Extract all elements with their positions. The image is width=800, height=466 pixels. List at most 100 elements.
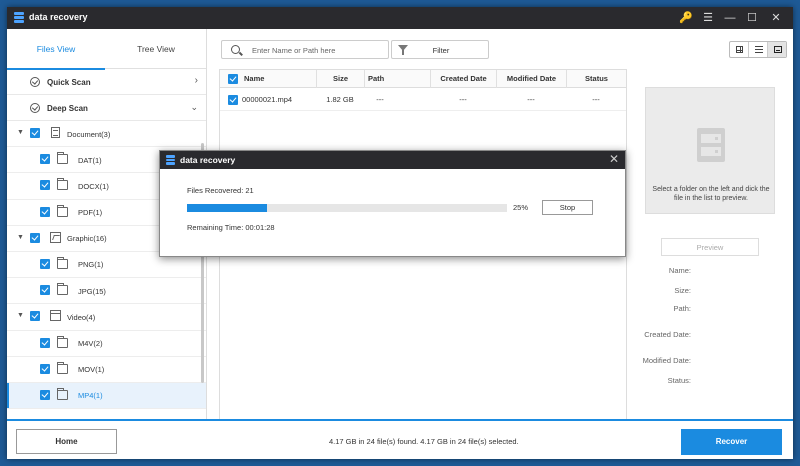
column-created-date[interactable]: Created Date (430, 70, 496, 88)
toolbar: Filter (209, 29, 793, 69)
checkbox[interactable] (30, 311, 40, 322)
folder-icon (57, 335, 68, 348)
file-name: 00000021.mp4 (242, 95, 293, 104)
search-box[interactable] (221, 40, 389, 59)
footer-bar: Home 4.17 GB in 24 file(s) found. 4.17 G… (7, 419, 793, 459)
image-icon (50, 231, 61, 243)
checkbox[interactable] (40, 258, 50, 269)
preview-area: Select a folder on the left and dick the… (645, 87, 775, 214)
minimize-button[interactable]: — (721, 10, 739, 26)
folder-icon (57, 283, 68, 296)
document-icon (51, 127, 60, 138)
check-circle-icon (30, 77, 40, 87)
column-size[interactable]: Size (316, 70, 364, 88)
app-logo-icon (14, 12, 24, 24)
checkbox[interactable] (40, 389, 50, 400)
checkbox[interactable] (40, 337, 50, 348)
folder-icon (57, 361, 68, 374)
stop-button[interactable]: Stop (542, 200, 593, 215)
preview-pane-icon (774, 46, 782, 53)
preview-name-label: Name: (668, 266, 691, 275)
collapse-arrow-icon[interactable]: ▼ (17, 234, 24, 241)
selection-status: 4.17 GB in 24 file(s) found. 4.17 GB in … (329, 437, 519, 446)
preview-button[interactable]: Preview (661, 238, 759, 256)
folder-icon (57, 256, 68, 269)
filter-label: Filter (432, 46, 450, 55)
dialog-close-icon[interactable]: ✕ (609, 152, 619, 166)
column-path[interactable]: Path (364, 70, 430, 88)
recover-button[interactable]: Recover (681, 429, 782, 455)
tab-tree-view[interactable]: Tree View (107, 29, 205, 69)
preview-view-button[interactable] (768, 42, 786, 57)
close-button[interactable]: ✕ (767, 10, 785, 26)
tree-item-label: Document(3) (67, 129, 111, 139)
folder-icon (57, 204, 68, 217)
checkbox[interactable] (40, 206, 50, 217)
files-recovered-text: Files Recovered: 21 (187, 186, 254, 195)
tree-item-label: DOCX(1) (78, 181, 109, 191)
tree-item-label: PNG(1) (78, 260, 104, 270)
grid-icon (736, 46, 743, 53)
file-path: --- (376, 95, 384, 104)
home-button[interactable]: Home (16, 429, 117, 454)
checkbox[interactable] (40, 363, 50, 374)
column-name[interactable]: Name (242, 70, 264, 88)
folder-icon (57, 387, 68, 400)
tree-item-m4v[interactable]: M4V(2) (7, 331, 206, 357)
tab-files-view[interactable]: Files View (7, 29, 105, 70)
progress-dialog: data recovery ✕ Files Recovered: 21 25% … (159, 150, 626, 257)
filter-button[interactable]: Filter (391, 40, 489, 59)
grid-view-button[interactable] (730, 42, 749, 57)
column-status[interactable]: Status (566, 70, 626, 88)
progress-bar-fill (187, 204, 267, 212)
quick-scan-row[interactable]: Quick Scan › (7, 69, 206, 95)
checkbox[interactable] (40, 285, 50, 296)
search-icon (231, 45, 240, 54)
file-size: 1.82 GB (326, 95, 354, 104)
menu-icon[interactable]: ☰ (699, 10, 717, 26)
preview-modified-label: Modified Date: (642, 356, 691, 365)
tree-item-mp4[interactable]: MP4(1) (7, 382, 206, 410)
quick-scan-label: Quick Scan (47, 78, 91, 87)
checkbox[interactable] (40, 154, 50, 165)
preview-hint: Select a folder on the left and dick the… (652, 186, 770, 202)
collapse-arrow-icon[interactable]: ▼ (17, 312, 24, 319)
deep-scan-row[interactable]: Deep Scan ⌄ (7, 95, 206, 121)
tree-item-label: Video(4) (67, 312, 96, 322)
view-tabs: Files View Tree View (7, 29, 206, 70)
collapse-arrow-icon[interactable]: ▼ (17, 129, 24, 136)
tree-item-label: MP4(1) (78, 391, 103, 401)
table-row[interactable]: 00000021.mp4 1.82 GB --- --- --- --- (220, 89, 626, 111)
column-modified-date[interactable]: Modified Date (496, 70, 566, 88)
list-view-button[interactable] (749, 42, 768, 57)
tree-item-label: DAT(1) (78, 155, 102, 165)
chevron-down-icon: ⌄ (190, 102, 198, 112)
progress-percent: 25% (513, 203, 529, 212)
folder-icon (57, 178, 68, 191)
checkbox[interactable] (40, 180, 50, 191)
tree-item-label: M4V(2) (78, 339, 103, 348)
tree-item-document[interactable]: ▼ Document(3) (7, 121, 206, 148)
file-created: --- (459, 95, 467, 104)
file-modified: --- (527, 95, 535, 104)
checkbox[interactable] (30, 128, 40, 138)
file-status: --- (592, 95, 600, 104)
maximize-button[interactable]: ☐ (743, 10, 761, 26)
deep-scan-label: Deep Scan (47, 104, 88, 113)
checkbox[interactable] (30, 232, 40, 243)
remaining-time-text: Remaining Time: 00:01:28 (187, 223, 275, 232)
tree-item-video[interactable]: ▼ Video(4) (7, 304, 206, 331)
tree-item-jpg[interactable]: JPG(15) (7, 278, 206, 305)
chevron-right-icon: › (194, 75, 198, 86)
app-title: data recovery (29, 12, 88, 22)
tree-item-mov[interactable]: MOV(1) (7, 357, 206, 383)
title-bar: data recovery 🔑 ☰ — ☐ ✕ (7, 7, 793, 29)
key-icon[interactable]: 🔑 (677, 10, 695, 26)
folder-icon (57, 152, 68, 165)
row-checkbox[interactable] (228, 95, 238, 105)
video-icon (50, 310, 61, 322)
tree-item-label: Graphic(16) (67, 234, 107, 244)
preview-panel: Select a folder on the left and dick the… (627, 69, 793, 419)
select-all-checkbox[interactable] (228, 74, 238, 84)
search-input[interactable] (252, 43, 382, 57)
